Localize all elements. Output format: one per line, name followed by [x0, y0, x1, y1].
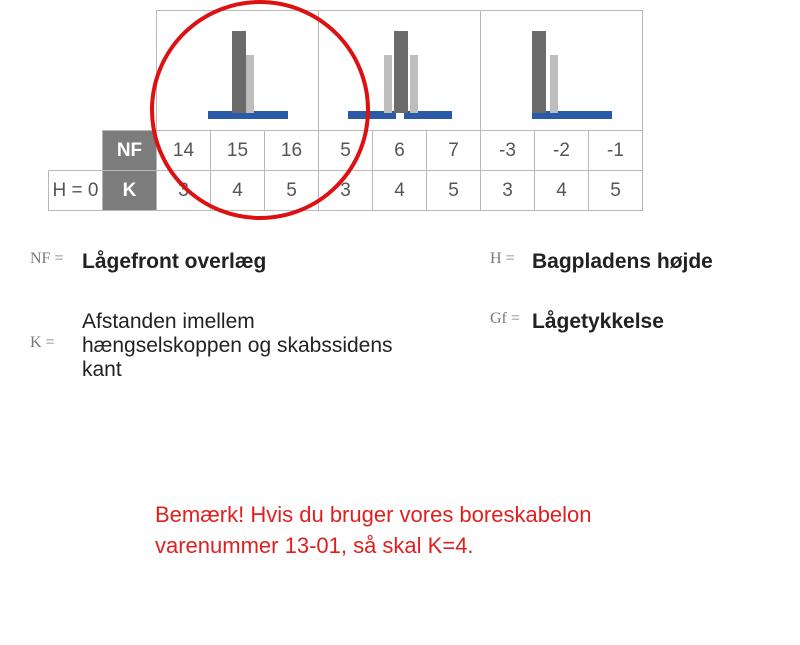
gf-symbol: Gf = [490, 310, 532, 328]
spacer [49, 131, 103, 171]
spacer [49, 11, 103, 131]
table: NF 14 15 16 5 6 7 -3 -2 -1 H = 0 K 3 4 5… [48, 10, 643, 211]
cell: 3 [481, 171, 535, 211]
lookup-table: NF 14 15 16 5 6 7 -3 -2 -1 H = 0 K 3 4 5… [48, 10, 643, 211]
cell: 16 [265, 131, 319, 171]
legend-row: NF = Lågefront overlæg H = Bagpladens hø… [30, 250, 770, 274]
cell: 5 [427, 171, 481, 211]
cell: 4 [211, 171, 265, 211]
cell: 3 [157, 171, 211, 211]
nf-row: NF 14 15 16 5 6 7 -3 -2 -1 [49, 131, 643, 171]
icon-row [49, 11, 643, 131]
warning-note: Bemærk! Hvis du bruger vores boreskabelo… [155, 500, 675, 562]
cell: 4 [373, 171, 427, 211]
mount-icon-half-overlay [319, 11, 481, 131]
cell: 5 [265, 171, 319, 211]
nf-symbol: NF = [30, 250, 82, 268]
mount-icon-full-overlay [157, 11, 319, 131]
cell: 4 [535, 171, 589, 211]
nf-header: NF [103, 131, 157, 171]
spacer [103, 11, 157, 131]
legend-row: K = Afstanden imellem hængselskoppen og … [30, 310, 770, 382]
k-row: H = 0 K 3 4 5 3 4 5 3 4 5 [49, 171, 643, 211]
nf-definition: Lågefront overlæg [82, 250, 490, 274]
legend: NF = Lågefront overlæg H = Bagpladens hø… [30, 250, 770, 418]
cell: -1 [589, 131, 643, 171]
h-symbol: H = [490, 250, 532, 268]
diagram-root: NF 14 15 16 5 6 7 -3 -2 -1 H = 0 K 3 4 5… [0, 0, 800, 645]
cell: 14 [157, 131, 211, 171]
cell: -2 [535, 131, 589, 171]
cell: 3 [319, 171, 373, 211]
mount-icon-inset [481, 11, 643, 131]
h0-header: H = 0 [49, 171, 103, 211]
h-definition: Bagpladens højde [532, 250, 770, 274]
k-symbol: K = [30, 310, 82, 352]
k-header: K [103, 171, 157, 211]
cell: 5 [319, 131, 373, 171]
cell: 5 [589, 171, 643, 211]
gf-definition: Lågetykkelse [532, 310, 770, 334]
cell: 15 [211, 131, 265, 171]
cell: 7 [427, 131, 481, 171]
cell: 6 [373, 131, 427, 171]
k-definition: Afstanden imellem hængselskoppen og skab… [82, 310, 402, 382]
cell: -3 [481, 131, 535, 171]
